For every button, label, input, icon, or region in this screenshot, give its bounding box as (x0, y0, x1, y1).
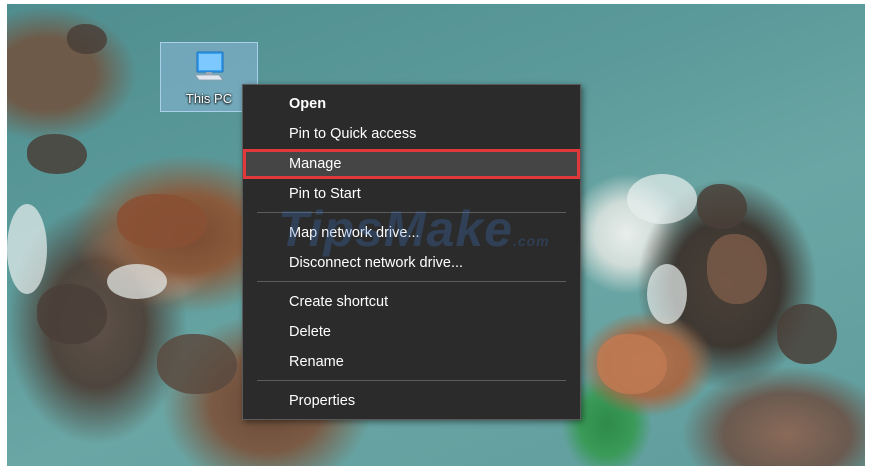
menu-item-pin-quick-access[interactable]: Pin to Quick access (243, 119, 580, 149)
wallpaper-rock (37, 284, 107, 344)
wallpaper-foam (627, 174, 697, 224)
wallpaper-foam (107, 264, 167, 299)
wallpaper-rock (597, 334, 667, 394)
menu-separator (257, 281, 566, 282)
menu-item-rename[interactable]: Rename (243, 347, 580, 377)
wallpaper-rock (697, 184, 747, 229)
wallpaper-rock (27, 134, 87, 174)
menu-item-pin-start[interactable]: Pin to Start (243, 179, 580, 209)
computer-icon (191, 49, 227, 85)
wallpaper-rock (777, 304, 837, 364)
menu-separator (257, 212, 566, 213)
menu-item-open[interactable]: Open (243, 89, 580, 119)
context-menu: Open Pin to Quick access Manage Pin to S… (242, 84, 581, 420)
menu-item-map-network-drive[interactable]: Map network drive... (243, 218, 580, 248)
wallpaper-rock (67, 24, 107, 54)
menu-separator (257, 380, 566, 381)
menu-item-manage[interactable]: Manage (243, 149, 580, 179)
wallpaper-rock (157, 334, 237, 394)
wallpaper-rock (117, 194, 207, 249)
menu-item-delete[interactable]: Delete (243, 317, 580, 347)
menu-item-properties[interactable]: Properties (243, 386, 580, 416)
menu-item-create-shortcut[interactable]: Create shortcut (243, 287, 580, 317)
wallpaper-foam (647, 264, 687, 324)
menu-item-disconnect-network-drive[interactable]: Disconnect network drive... (243, 248, 580, 278)
wallpaper-foam (7, 204, 47, 294)
wallpaper-rock (707, 234, 767, 304)
